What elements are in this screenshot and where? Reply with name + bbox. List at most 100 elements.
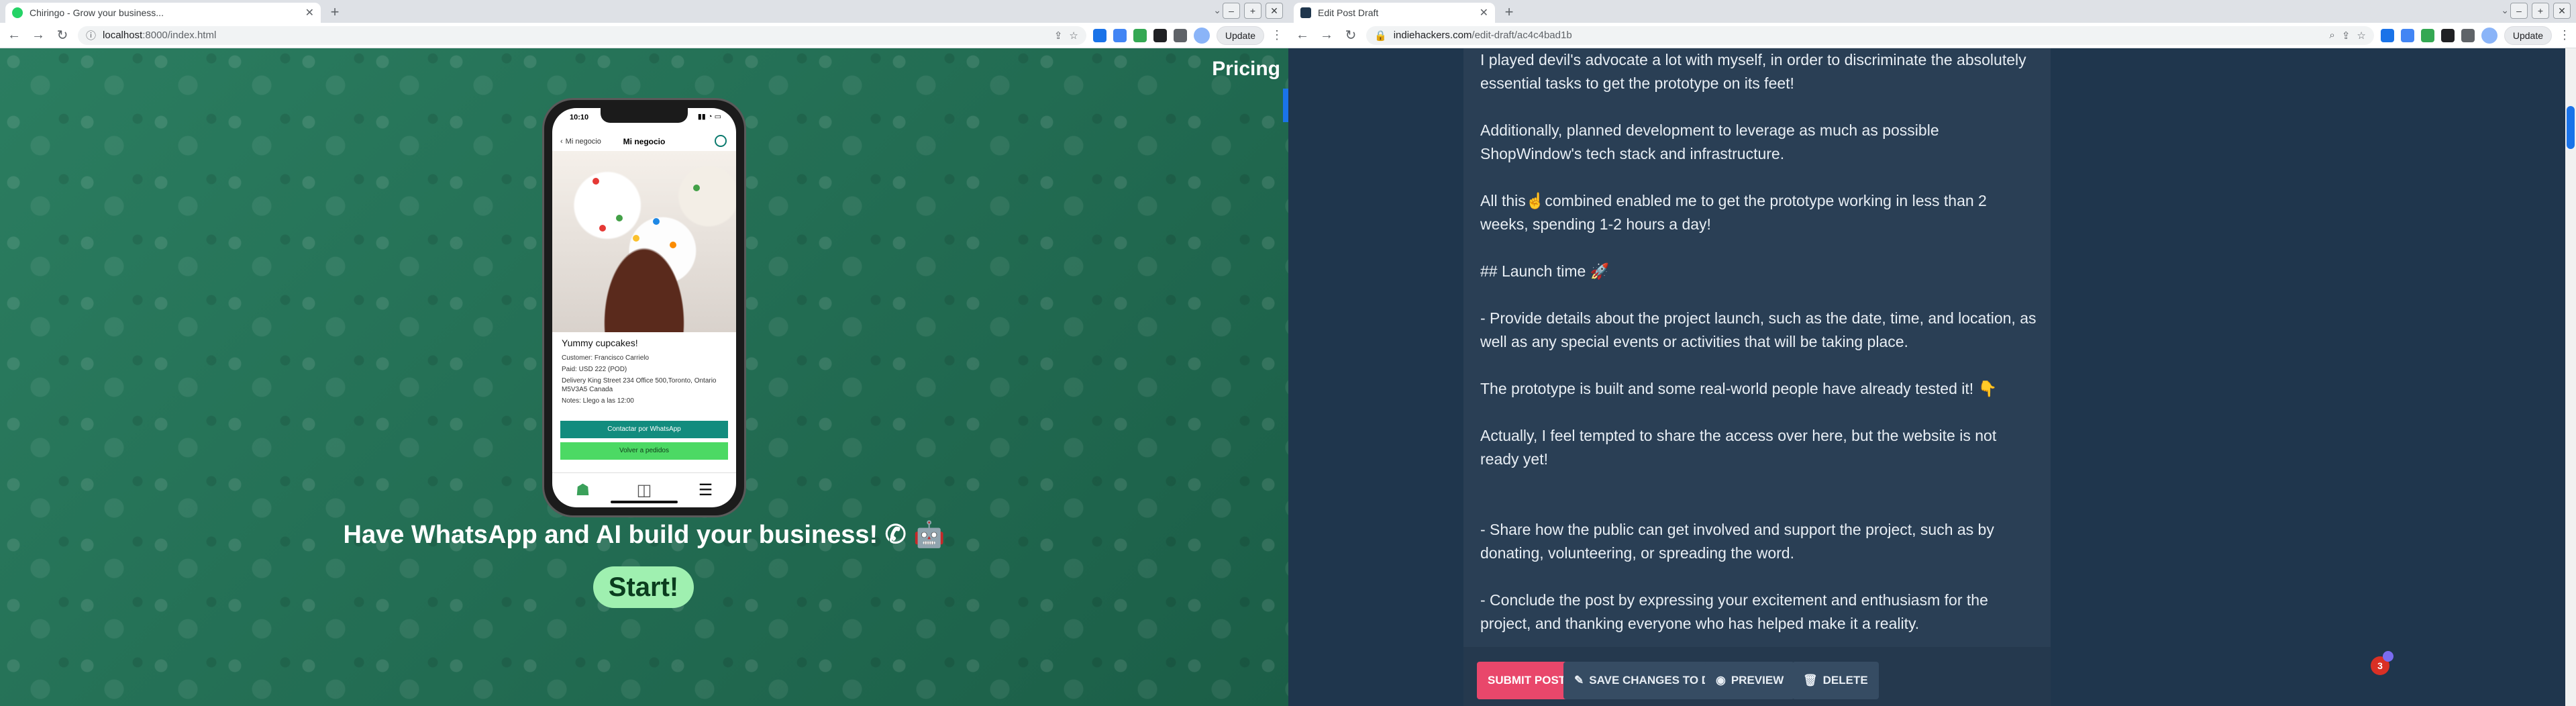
post-heading-line: ## Launch time 🚀: [1480, 262, 1610, 280]
extension-icon[interactable]: [1133, 28, 1147, 42]
phone-title: Mi negocio: [623, 137, 666, 146]
update-button[interactable]: Update: [2504, 26, 2552, 45]
side-panel-icon[interactable]: [1173, 28, 1187, 42]
tab-search-icon[interactable]: ⌄: [1213, 5, 1221, 16]
close-window-button[interactable]: ✕: [2553, 3, 2571, 19]
post-paragraph: - Share how the public can get involved …: [1480, 521, 1994, 562]
sprinkle: [616, 215, 623, 221]
tab-title: Edit Post Draft: [1318, 7, 1379, 18]
browser-window-left: Chiringo - Grow your business... ✕ + ⌄ –…: [0, 0, 1288, 706]
list-tab-icon[interactable]: ☰: [699, 481, 713, 500]
tagline-text: Have WhatsApp and AI build your business…: [343, 521, 885, 549]
address-bar[interactable]: ⓘ localhost:8000/index.html ⇪ ☆: [78, 26, 1086, 45]
post-editor[interactable]: I played devil's advocate a lot with mys…: [1463, 48, 2051, 706]
phone-mockup: 10:10 ▮▮ ◔ ▭ ‹ Mi negocio Mi negocio Yum…: [542, 98, 746, 517]
update-label: Update: [1225, 30, 1255, 41]
landing-page: Pricing 10:10 ▮▮ ◔ ▭ ‹ Mi negocio Mi neg…: [0, 48, 1288, 706]
extension-icon[interactable]: [2420, 28, 2434, 42]
status-icons: ▮▮ ◔ ▭: [697, 113, 721, 121]
puzzle-extensions-icon[interactable]: [2440, 28, 2455, 42]
phone-nav-bar: ‹ Mi negocio Mi negocio: [552, 132, 736, 151]
forward-icon[interactable]: →: [30, 28, 47, 43]
phone-screen: 10:10 ▮▮ ◔ ▭ ‹ Mi negocio Mi negocio Yum…: [552, 108, 736, 507]
back-icon[interactable]: ←: [1294, 28, 1311, 43]
new-tab-button[interactable]: +: [1500, 4, 1518, 21]
url-path: /edit-draft/ac4c4bad1b: [1472, 30, 1572, 41]
pricing-link[interactable]: Pricing: [1212, 58, 1280, 81]
url-path: :8000/index.html: [142, 30, 217, 41]
edit-draft-page: I played devil's advocate a lot with mys…: [1288, 48, 2576, 706]
extension-icon[interactable]: [1113, 28, 1127, 42]
close-window-button[interactable]: ✕: [1266, 3, 1283, 19]
scrollbar-thumb[interactable]: [2567, 106, 2575, 149]
tab-strip: Chiringo - Grow your business... ✕ + ⌄ –…: [0, 0, 1288, 23]
tab-edit-post-draft[interactable]: Edit Post Draft ✕: [1294, 3, 1495, 23]
minimize-button[interactable]: –: [2510, 3, 2528, 19]
back-icon[interactable]: ←: [5, 28, 23, 43]
tab-chiringo[interactable]: Chiringo - Grow your business... ✕: [5, 3, 321, 23]
side-panel-icon[interactable]: [2461, 28, 2475, 42]
paid-line: Paid: USD 222 (POD): [562, 366, 627, 373]
menu-icon[interactable]: ⋮: [2559, 28, 2571, 42]
sprinkle: [670, 242, 676, 248]
post-body[interactable]: I played devil's advocate a lot with mys…: [1480, 48, 2037, 636]
customer-line: Customer: Francisco Carrielo: [562, 354, 650, 362]
address-bar[interactable]: 🔒 indiehackers.com/edit-draft/ac4c4bad1b…: [1366, 26, 2374, 45]
reload-icon[interactable]: ↻: [1342, 27, 1359, 44]
start-button[interactable]: Start!: [593, 566, 694, 608]
preview-label: PREVIEW: [1731, 674, 1784, 687]
new-tab-button[interactable]: +: [326, 4, 344, 21]
extension-icon[interactable]: [2380, 28, 2394, 42]
contact-whatsapp-button[interactable]: Contactar por WhatsApp: [560, 421, 728, 438]
puzzle-extensions-icon[interactable]: [1153, 28, 1167, 42]
url-host: indiehackers.com: [1393, 30, 1472, 41]
indiehackers-favicon-icon: [1300, 7, 1311, 18]
profile-avatar[interactable]: [1193, 27, 1210, 44]
tab-search-icon[interactable]: ⌄: [2501, 5, 2509, 16]
post-paragraph: - Conclude the post by expressing your e…: [1480, 591, 1988, 632]
bookmark-star-icon[interactable]: ☆: [1069, 30, 1078, 42]
delivery-line: Delivery King Street 234 Office 500,Toro…: [562, 377, 717, 393]
home-indicator: [611, 501, 678, 503]
maximize-button[interactable]: +: [2532, 3, 2549, 19]
bookmark-star-icon[interactable]: ☆: [2357, 30, 2365, 42]
product-name: Yummy cupcakes!: [562, 338, 638, 348]
profile-avatar[interactable]: [2481, 27, 2497, 44]
post-paragraph: Actually, I feel tempted to share the ac…: [1480, 427, 1997, 468]
update-button[interactable]: Update: [1216, 26, 1264, 45]
reload-icon[interactable]: ↻: [54, 27, 71, 44]
window-controls: – + ✕: [1223, 3, 1283, 19]
user-icon: [715, 135, 727, 147]
cupcake-photo: [552, 151, 736, 332]
close-tab-icon[interactable]: ✕: [1480, 6, 1488, 19]
share-icon[interactable]: ⇪: [2342, 30, 2351, 42]
extension-icon[interactable]: [1092, 28, 1106, 42]
status-time: 10:10: [570, 113, 589, 121]
plus-badge-icon: [2383, 651, 2393, 662]
lock-icon[interactable]: 🔒: [1374, 30, 1387, 42]
extension-icon[interactable]: [2400, 28, 2414, 42]
maximize-button[interactable]: +: [1244, 3, 1261, 19]
notes-line: Notes: Llego a las 12:00: [562, 397, 634, 405]
back-to-orders-button[interactable]: Volver a pedidos: [560, 442, 728, 460]
browser-toolbar: ← → ↻ ⓘ localhost:8000/index.html ⇪ ☆ Up…: [0, 23, 1288, 48]
box-tab-icon[interactable]: ◫: [637, 481, 652, 500]
trash-icon: 🗑: [1803, 674, 1818, 687]
sprinkle: [599, 225, 606, 232]
menu-icon[interactable]: ⋮: [1271, 28, 1283, 42]
info-icon[interactable]: ⓘ: [86, 28, 96, 42]
share-icon[interactable]: ⇪: [1054, 30, 1063, 42]
scrollbar[interactable]: [2565, 48, 2576, 706]
delete-button[interactable]: 🗑 DELETE: [1792, 662, 1879, 699]
tab-title: Chiringo - Grow your business...: [30, 7, 164, 18]
whatsapp-icon: ✆: [884, 521, 907, 549]
minimize-button[interactable]: –: [1223, 3, 1240, 19]
home-tab-icon[interactable]: ☗: [576, 481, 590, 500]
post-paragraph: I played devil's advocate a lot with mys…: [1480, 51, 2026, 92]
preview-button[interactable]: ◉ PREVIEW: [1705, 662, 1795, 699]
zoom-icon[interactable]: ⌕: [2329, 30, 2334, 41]
forward-icon[interactable]: →: [1318, 28, 1335, 43]
submit-post-button[interactable]: SUBMIT POST: [1477, 662, 1577, 699]
sprinkle: [693, 185, 700, 191]
close-tab-icon[interactable]: ✕: [305, 6, 314, 19]
